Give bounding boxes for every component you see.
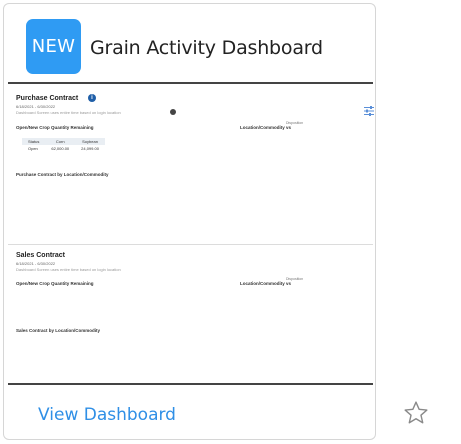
sales-filter-line: Dashboard Screen uses entire time based … (16, 267, 121, 272)
info-icon: i (88, 94, 96, 102)
card-header: NEW Grain Activity Dashboard (4, 4, 375, 86)
purchase-location-label: Location/Commodity vs (240, 125, 292, 130)
sales-section-label: Open/New Crop Quantity Remaining (16, 281, 94, 286)
view-dashboard-link[interactable]: View Dashboard (38, 405, 176, 425)
card-title: Grain Activity Dashboard (90, 37, 323, 59)
tag-icon (170, 109, 176, 115)
purchase-location-sup: Disposition (286, 121, 304, 125)
dashboard-preview-thumbnail[interactable]: Purchase Contract i 6/18/2021 - 6/30/202… (8, 85, 375, 382)
purchase-by-location-label: Purchase Contract by Location/Commodity (16, 172, 109, 177)
table-header-cell: Soybean (75, 138, 105, 145)
star-outline-icon[interactable] (403, 400, 429, 426)
purchase-section-label: Open/New Crop Quantity Remaining (16, 125, 94, 130)
new-badge: NEW (26, 19, 81, 74)
table-cell: Open (28, 146, 38, 151)
table-row: Open 62,000.00 24,099.00 (22, 145, 105, 152)
purchase-date-range: 6/18/2021 - 6/30/2022 (16, 104, 56, 109)
purchase-contract-title: Purchase Contract (16, 95, 79, 102)
preview-section-divider (8, 244, 373, 245)
table-cell: 24,099.00 (81, 146, 99, 151)
sales-contract-title: Sales Contract (16, 252, 66, 259)
sales-location-label: Location/Commodity vs (240, 281, 292, 286)
table-header-row: Status Corn Soybean (22, 138, 105, 145)
sales-by-location-label: Sales Contract by Location/Commodity (16, 328, 101, 333)
filter-sliders-icon[interactable] (363, 105, 375, 117)
preview-top-divider (8, 82, 373, 84)
table-cell: 62,000.00 (51, 146, 70, 151)
preview-bottom-divider (8, 383, 373, 385)
table-header-cell: Corn (45, 138, 76, 145)
purchase-quantity-table: Status Corn Soybean Open 62,000.00 24,09… (22, 138, 105, 152)
sales-date-range: 6/18/2021 - 6/30/2022 (16, 261, 56, 266)
purchase-filter-line: Dashboard Screen uses entire time based … (16, 110, 121, 115)
sales-location-sup: Disposition (286, 277, 304, 281)
table-header-cell: Status (22, 138, 46, 145)
